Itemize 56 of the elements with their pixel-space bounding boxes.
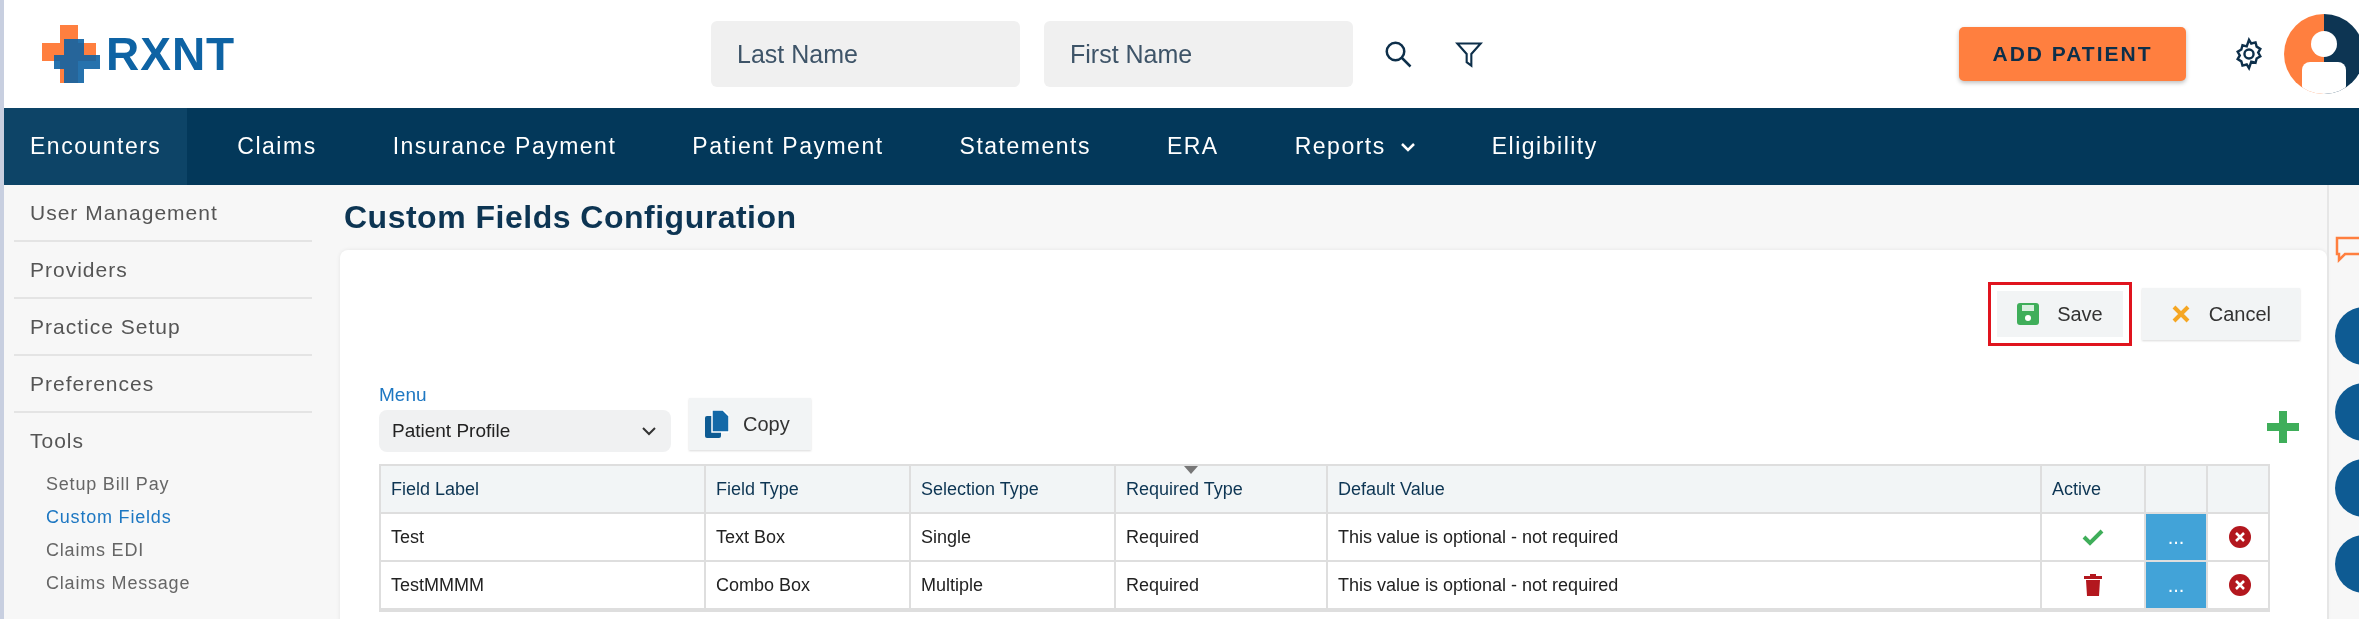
logo-text: RXNT: [106, 27, 236, 81]
column-header[interactable]: Default Value: [1326, 466, 2040, 512]
nav-tab[interactable]: Insurance Payment: [366, 108, 643, 185]
sidebar-subitem[interactable]: Setup Bill Pay: [46, 474, 316, 495]
table-cell: Combo Box: [704, 562, 909, 608]
delete-icon[interactable]: [2229, 526, 2251, 548]
table-cell: Single: [909, 514, 1114, 560]
copy-icon: [705, 410, 729, 438]
column-header[interactable]: Required Type: [1114, 466, 1326, 512]
sidebar-subitem[interactable]: Claims EDI: [46, 540, 316, 561]
sidebar-item[interactable]: Providers: [14, 242, 312, 299]
table-cell-text: Test: [390, 525, 425, 549]
add-icon[interactable]: [2267, 411, 2299, 446]
table-cell: This value is optional - not required: [1326, 562, 2040, 608]
nav-tab[interactable]: Patient Payment: [666, 108, 910, 185]
save-button[interactable]: Save: [1988, 282, 2132, 346]
column-header[interactable]: Field Label: [381, 466, 704, 512]
avatar-icon[interactable]: [2284, 14, 2359, 94]
chevron-down-icon: [641, 426, 657, 436]
logo-cross-icon: [42, 25, 100, 83]
menu-label: Menu: [379, 384, 428, 406]
nav-tab[interactable]: ERA: [1140, 108, 1245, 185]
table-cell: Required: [1114, 562, 1326, 608]
column-header[interactable]: Selection Type: [909, 466, 1114, 512]
nav-tab[interactable]: Claims: [211, 108, 343, 185]
nav-tab[interactable]: Statements: [933, 108, 1117, 185]
nav-tab[interactable]: Eligibility: [1465, 108, 1624, 185]
table-cell: Text Box: [704, 514, 909, 560]
nav-tab[interactable]: Reports: [1268, 108, 1442, 185]
table-cell: This value is optional - not required: [1326, 514, 2040, 560]
sidebar-subitem[interactable]: Claims Message: [46, 573, 316, 594]
sidebar-item[interactable]: Preferences: [14, 356, 312, 413]
sidebar-item[interactable]: User Management: [14, 185, 312, 242]
x-icon: [2170, 304, 2191, 324]
trash-icon[interactable]: [2084, 574, 2102, 596]
table-cell: Multiple: [909, 562, 1114, 608]
first-name-field[interactable]: First Name: [1044, 21, 1353, 87]
delete-icon[interactable]: [2229, 574, 2251, 596]
cancel-button[interactable]: Cancel: [2141, 288, 2300, 340]
chevron-down-icon: [1399, 141, 1416, 152]
sidebar-item[interactable]: Tools: [14, 413, 312, 468]
table-cell-text: TestMMMM: [390, 573, 485, 597]
column-header[interactable]: Active: [2040, 466, 2144, 512]
sidebar-item[interactable]: Practice Setup: [14, 299, 312, 356]
table-cell: Required: [1114, 514, 1326, 560]
copy-button[interactable]: Copy: [689, 398, 811, 450]
sort-icon: [1184, 466, 1198, 474]
add-patient-button[interactable]: ADD PATIENT: [1959, 27, 2186, 81]
column-header[interactable]: Field Type: [704, 466, 909, 512]
menu-dropdown[interactable]: Patient Profile: [379, 410, 671, 452]
last-name-field[interactable]: Last Name: [711, 21, 1020, 87]
nav-tab[interactable]: Encounters: [4, 108, 188, 185]
filter-icon[interactable]: [1455, 39, 1483, 69]
sidebar-subitem[interactable]: Custom Fields: [46, 507, 316, 528]
search-icon[interactable]: [1383, 39, 1413, 69]
page-title: Custom Fields Configuration: [344, 199, 798, 236]
